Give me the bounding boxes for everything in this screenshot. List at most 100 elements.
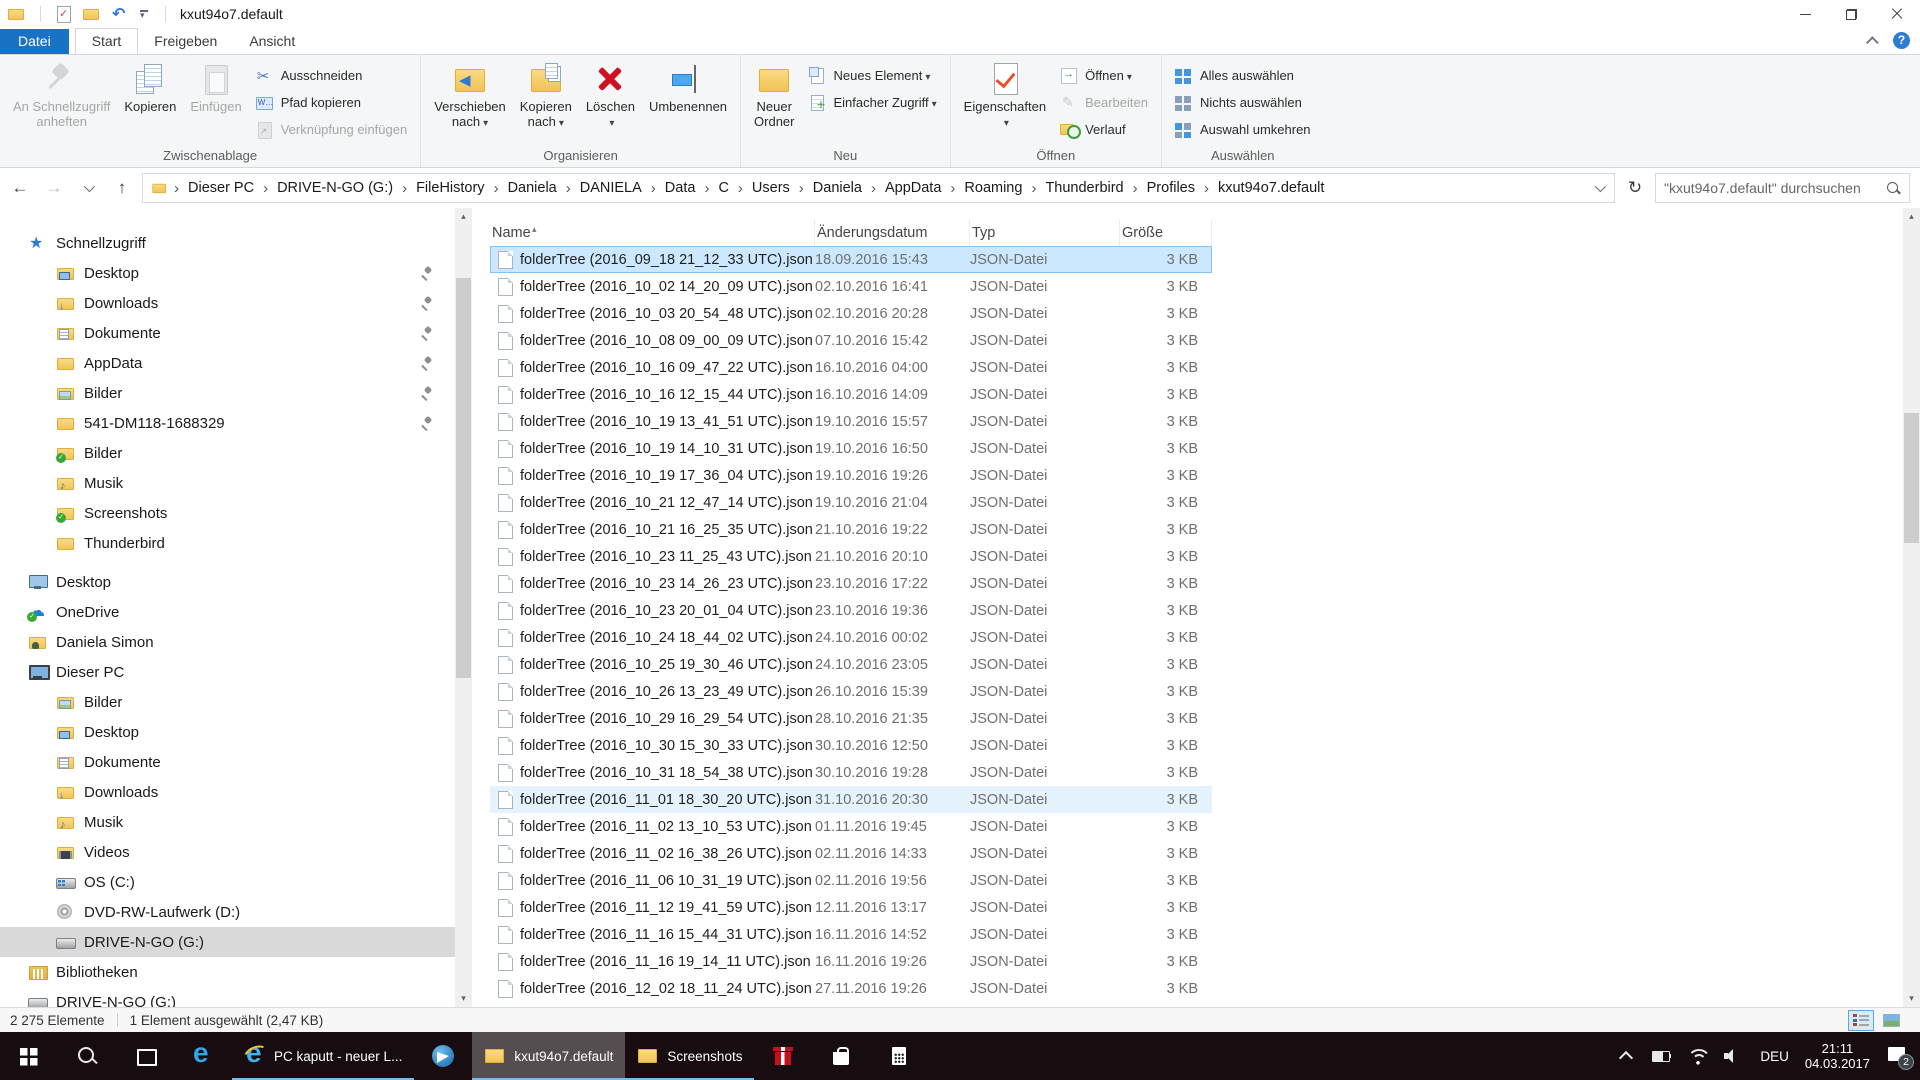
restore-button[interactable]: [1828, 0, 1874, 28]
ribbon-button[interactable]: Kopieren nach: [513, 58, 579, 146]
undo-icon[interactable]: [111, 6, 129, 22]
sidebar-item[interactable]: Desktop: [0, 567, 472, 597]
sidebar-item[interactable]: DVD-RW-Laufwerk (D:): [0, 897, 472, 927]
sidebar-item[interactable]: Daniela Simon: [0, 627, 472, 657]
file-row[interactable]: folderTree (2016_10_29 16_29_54 UTC).jso…: [490, 705, 1212, 732]
ribbon-button[interactable]: Verschieben nach: [427, 58, 513, 146]
taskbar-button[interactable]: [116, 1032, 174, 1080]
sidebar-item[interactable]: Downloads: [0, 288, 472, 318]
ribbon-tab[interactable]: Freigeben: [138, 29, 233, 54]
taskbar-button[interactable]: [870, 1032, 928, 1080]
taskbar-button[interactable]: PC kaputt - neuer L...: [232, 1032, 414, 1080]
address-dropdown-button[interactable]: [1588, 180, 1610, 196]
ribbon-tab[interactable]: Start: [75, 28, 139, 54]
sidebar-item[interactable]: Desktop: [0, 717, 472, 747]
ribbon-button[interactable]: Umbenennen: [642, 58, 734, 146]
file-row[interactable]: folderTree (2016_10_21 12_47_14 UTC).jso…: [490, 489, 1212, 516]
breadcrumb-segment[interactable]: Daniela: [809, 177, 881, 199]
breadcrumb-segment[interactable]: Daniela: [504, 177, 576, 199]
ribbon-button[interactable]: Löschen: [579, 58, 642, 146]
sidebar-item[interactable]: DRIVE-N-GO (G:): [0, 927, 472, 957]
breadcrumb-segment[interactable]: C: [714, 177, 747, 199]
sidebar-item[interactable]: Schnellzugriff: [0, 228, 472, 258]
search-input[interactable]: [1664, 180, 1886, 196]
file-row[interactable]: folderTree (2016_11_02 16_38_26 UTC).jso…: [490, 840, 1212, 867]
file-row[interactable]: folderTree (2016_11_06 10_31_19 UTC).jso…: [490, 867, 1212, 894]
sidebar-item[interactable]: Thunderbird: [0, 528, 472, 558]
language-indicator[interactable]: DEU: [1760, 1049, 1789, 1064]
file-row[interactable]: folderTree (2016_11_12 19_41_59 UTC).jso…: [490, 894, 1212, 921]
ribbon-button[interactable]: Verlauf: [1053, 116, 1155, 143]
ribbon-tab[interactable]: Ansicht: [233, 29, 311, 54]
file-row[interactable]: folderTree (2016_10_16 12_15_44 UTC).jso…: [490, 381, 1212, 408]
wifi-icon[interactable]: [1688, 1047, 1708, 1065]
sidebar-item[interactable]: Downloads: [0, 777, 472, 807]
sidebar-item[interactable]: DRIVE-N-GO (G:): [0, 987, 472, 1007]
ribbon-button[interactable]: Verknüpfung einfügen: [249, 116, 415, 143]
clock[interactable]: 21:11 04.03.2017: [1805, 1041, 1870, 1072]
ribbon-button[interactable]: Neuer Ordner: [747, 58, 801, 146]
new-folder-icon[interactable]: [83, 6, 101, 22]
file-row[interactable]: folderTree (2016_10_25 19_30_46 UTC).jso…: [490, 651, 1212, 678]
back-button[interactable]: [6, 174, 34, 202]
scroll-down-icon[interactable]: [1903, 990, 1920, 1007]
ribbon-button[interactable]: Neues Element: [802, 62, 944, 89]
properties-icon[interactable]: [55, 6, 73, 22]
sidebar-item[interactable]: OS (C:): [0, 867, 472, 897]
scroll-up-icon[interactable]: [1903, 208, 1920, 225]
close-button[interactable]: [1874, 0, 1920, 28]
battery-icon[interactable]: [1652, 1047, 1672, 1065]
ribbon-button[interactable]: Auswahl umkehren: [1168, 116, 1318, 143]
file-row[interactable]: folderTree (2016_10_19 13_41_51 UTC).jso…: [490, 408, 1212, 435]
taskbar-button[interactable]: [414, 1032, 472, 1080]
breadcrumb-segment[interactable]: FileHistory: [412, 177, 503, 199]
sidebar-item[interactable]: Screenshots: [0, 498, 472, 528]
details-view-button[interactable]: [1848, 1010, 1874, 1031]
scrollbar-thumb[interactable]: [1904, 413, 1919, 543]
scroll-up-icon[interactable]: [455, 208, 472, 225]
ribbon-button[interactable]: Einfacher Zugriff: [802, 89, 944, 116]
sidebar-item[interactable]: Bilder: [0, 438, 472, 468]
taskbar-button[interactable]: [754, 1032, 812, 1080]
minimize-button[interactable]: [1782, 0, 1828, 28]
recent-locations-button[interactable]: [74, 174, 102, 202]
help-icon[interactable]: [1893, 32, 1910, 49]
file-row[interactable]: folderTree (2016_10_23 11_25_43 UTC).jso…: [490, 543, 1212, 570]
sidebar-item[interactable]: AppData: [0, 348, 472, 378]
column-header-size[interactable]: Größe: [1120, 220, 1212, 246]
scroll-down-icon[interactable]: [455, 990, 472, 1007]
breadcrumb-segment[interactable]: DRIVE-N-GO (G:): [273, 177, 412, 199]
file-row[interactable]: folderTree (2016_10_21 16_25_35 UTC).jso…: [490, 516, 1212, 543]
collapse-ribbon-icon[interactable]: [1866, 36, 1879, 49]
sidebar-item[interactable]: Musik: [0, 807, 472, 837]
sidebar-item[interactable]: Dokumente: [0, 318, 472, 348]
breadcrumb-segment[interactable]: Users: [748, 177, 809, 199]
taskbar-button[interactable]: [0, 1032, 58, 1080]
ribbon-button[interactable]: Öffnen: [1053, 62, 1155, 89]
file-row[interactable]: folderTree (2016_11_02 13_10_53 UTC).jso…: [490, 813, 1212, 840]
sidebar-scrollbar[interactable]: [455, 208, 472, 1007]
file-row[interactable]: folderTree (2016_09_18 21_12_33 UTC).jso…: [490, 246, 1212, 273]
tray-chevron-up-icon[interactable]: [1616, 1047, 1636, 1065]
ribbon-button[interactable]: Eigenschaften: [957, 58, 1053, 146]
address-bar[interactable]: Dieser PCDRIVE-N-GO (G:)FileHistoryDanie…: [142, 173, 1615, 203]
ribbon-button[interactable]: An Schnellzugriff anheften: [6, 58, 117, 146]
ribbon-button[interactable]: Pfad kopieren: [249, 89, 415, 116]
scrollbar-thumb[interactable]: [456, 278, 471, 678]
file-row[interactable]: folderTree (2016_10_02 14_20_09 UTC).jso…: [490, 273, 1212, 300]
ribbon-button[interactable]: Einfügen: [183, 58, 248, 146]
sidebar-item[interactable]: Bilder: [0, 687, 472, 717]
column-header-type[interactable]: Typ: [970, 220, 1120, 246]
forward-button[interactable]: [40, 174, 68, 202]
taskbar-button[interactable]: [174, 1032, 232, 1080]
breadcrumb-segment[interactable]: AppData: [881, 177, 960, 199]
ribbon-button[interactable]: Kopieren: [117, 58, 183, 146]
sidebar-item[interactable]: Musik: [0, 468, 472, 498]
file-row[interactable]: folderTree (2016_10_30 15_30_33 UTC).jso…: [490, 732, 1212, 759]
file-row[interactable]: folderTree (2016_11_01 18_30_20 UTC).jso…: [490, 786, 1212, 813]
breadcrumb-segment[interactable]: Thunderbird: [1041, 177, 1142, 199]
notification-center-icon[interactable]: 2: [1886, 1045, 1910, 1067]
breadcrumb-segment[interactable]: Profiles: [1143, 177, 1214, 199]
ribbon-button[interactable]: Nichts auswählen: [1168, 89, 1318, 116]
ribbon-button[interactable]: Alles auswählen: [1168, 62, 1318, 89]
